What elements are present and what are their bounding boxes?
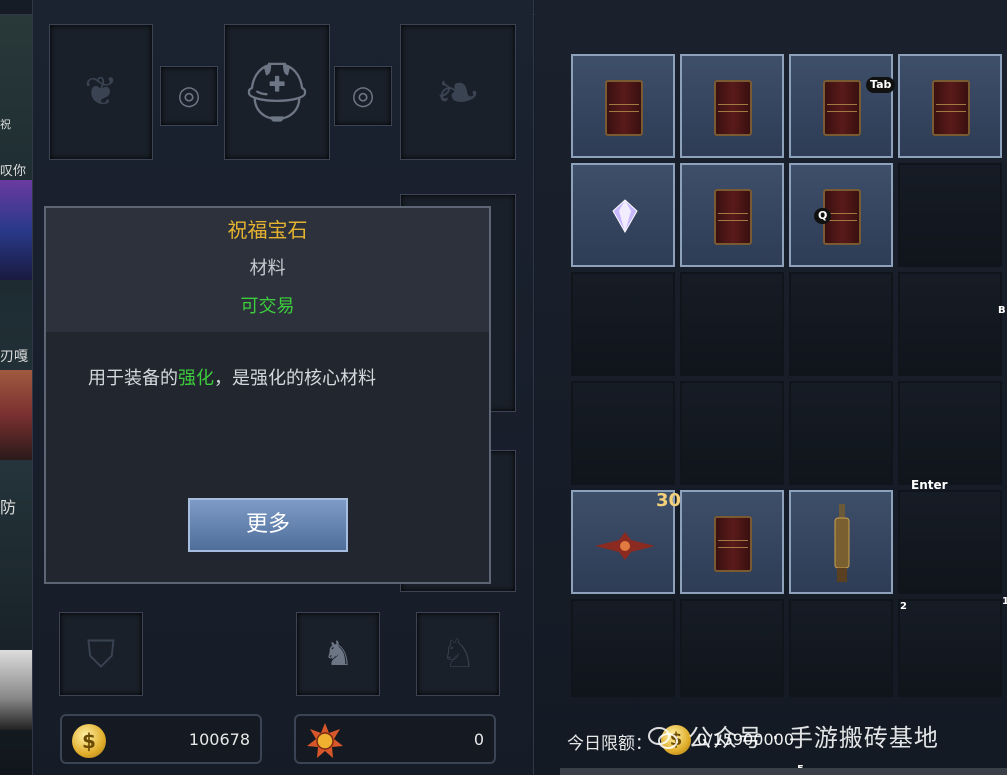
helmet-icon: ⛑ [240,57,314,126]
horse-icon: ♘ [440,631,476,677]
character-sprite [0,650,32,730]
sun-badge-icon [307,723,343,758]
gold-amount: 100678 [188,730,250,749]
hotkey-tab-label: Tab [866,77,896,93]
more-button[interactable]: 更多 [188,498,348,552]
character-sprite [0,180,32,280]
hud-label: 叹你 [0,164,27,179]
stack-count: 30 [656,490,682,511]
equip-slot-fairy[interactable]: ❦ [49,24,153,160]
inventory-slot[interactable] [680,54,784,158]
item-tooltip: 祝福宝石 材料 可交易 用于装备的强化，是强化的核心材料 更多 [44,206,491,584]
ring-icon: ◎ [177,81,201,111]
crystal-gem-icon [612,199,638,233]
badge-amount: 0 [473,730,484,749]
book-icon [605,80,643,136]
inventory-slot-empty[interactable] [898,490,1002,594]
inventory-slot-empty[interactable] [789,272,893,376]
item-description: 用于装备的强化，是强化的核心材料 [88,364,376,390]
tooltip-header: 祝福宝石 材料 可交易 [46,208,489,332]
game-scene-strip: 祝 叹你 刃嘎 防 [0,0,32,775]
inventory-slot[interactable] [680,163,784,267]
inventory-slot-empty[interactable] [571,272,675,376]
winged-emblem-icon [595,532,655,560]
book-icon [714,189,752,245]
inventory-slot-empty[interactable] [680,272,784,376]
inventory-slot-empty[interactable] [571,381,675,485]
hud-label: 刃嘎 [0,349,28,365]
ring-icon: ◎ [351,81,375,111]
gold-coin-icon: $ [72,724,106,758]
inventory-slot-selected[interactable] [571,163,675,267]
hud-label: 防 [0,498,17,517]
equip-slot-ring-left[interactable]: ◎ [160,66,218,126]
inventory-slot[interactable] [789,54,893,158]
inventory-slot-empty[interactable] [898,381,1002,485]
gold-currency: $ 100678 [60,714,262,764]
equip-slot-ring-right[interactable]: ◎ [334,66,392,126]
equip-slot-horse[interactable]: ♘ [416,612,500,696]
equip-slot-helmet[interactable]: ⛑ [224,24,330,160]
book-icon [714,516,752,572]
equip-slot-shield[interactable]: ⛉ [59,612,143,696]
hotkey-1-label: 1 [1002,596,1007,607]
desc-prefix: 用于装备的 [88,368,178,389]
equip-slot-wings[interactable]: ❧ [400,24,516,160]
desc-suffix: ，是强化的核心材料 [214,368,376,389]
inventory-slot-empty[interactable] [571,599,675,697]
wolf-icon: ♞ [322,634,354,674]
fairy-icon: ❦ [84,69,118,115]
inventory-slot[interactable] [571,54,675,158]
desc-highlight: 强化 [178,368,214,389]
inventory-slot-empty[interactable] [789,381,893,485]
inventory-slot[interactable] [789,163,893,267]
hotkey-2-label: 2 [900,601,907,612]
item-name: 祝福宝石 [227,218,308,242]
wechat-logo-icon [648,727,678,749]
inventory-slot[interactable] [898,54,1002,158]
inventory-slot-empty[interactable] [898,163,1002,267]
inventory-slot-empty[interactable] [898,599,1002,697]
hud-label: 祝 [0,118,11,131]
badge-currency: 0 [294,714,496,764]
book-icon [932,80,970,136]
inventory-slot-empty[interactable] [898,272,1002,376]
shield-icon: ⛉ [86,631,116,676]
book-icon [823,80,861,136]
item-type: 材料 [249,258,286,279]
inventory-slot[interactable] [680,490,784,594]
weapon-hilt-icon [834,504,850,582]
inventory-slot-empty[interactable] [680,381,784,485]
hotkey-enter-label: Enter [911,478,948,492]
inventory-slot-empty[interactable] [680,599,784,697]
book-icon [714,80,752,136]
wings-icon: ❧ [435,60,481,124]
character-sprite [0,370,32,460]
bottom-strip [560,768,1007,775]
inventory-slot-empty[interactable] [789,599,893,697]
daily-limit-label: 今日限额： [567,734,652,754]
inventory-slot[interactable] [789,490,893,594]
watermark-text: 公众号 · 手游搬砖基地 [688,724,939,752]
tradable-status: 可交易 [240,296,295,317]
hotkey-b-label: B [998,305,1006,316]
equip-slot-wolf[interactable]: ♞ [296,612,380,696]
watermark: 公众号 · 手游搬砖基地 [648,718,939,753]
